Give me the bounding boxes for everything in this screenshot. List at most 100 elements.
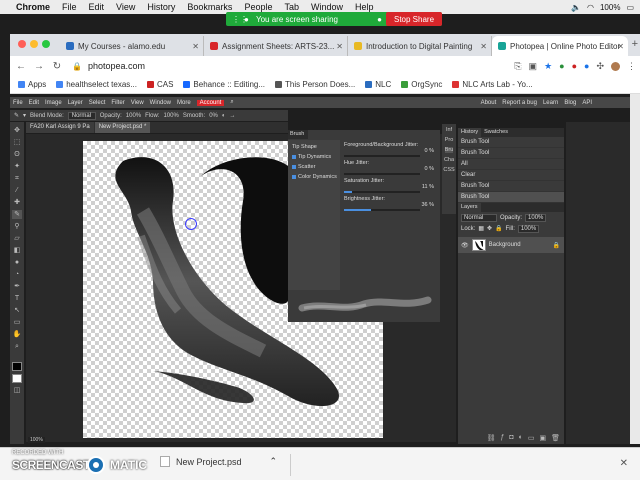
menu-view[interactable]: View <box>116 2 135 12</box>
menu-bookmarks[interactable]: Bookmarks <box>187 2 232 12</box>
download-filename[interactable]: New Project.psd <box>176 457 242 467</box>
eraser-icon[interactable]: ▱ <box>12 234 22 243</box>
bookmark-healthselect[interactable]: healthselect texas... <box>56 80 137 89</box>
menu-people[interactable]: People <box>244 2 272 12</box>
saturation-jitter-slider[interactable] <box>344 191 420 193</box>
tip-shape-item[interactable]: Tip Shape <box>288 142 340 152</box>
pp-blog-link[interactable]: Blog <box>564 100 576 106</box>
flow-value[interactable]: 100% <box>163 113 178 119</box>
lock-pixels-icon[interactable]: ▦ <box>478 225 484 232</box>
puzzle-icon[interactable]: ✣ <box>596 61 604 72</box>
hue-jitter-slider[interactable] <box>344 173 420 175</box>
move-tool-icon[interactable]: ✥ <box>12 126 22 135</box>
lock-all-icon[interactable]: 🔒 <box>495 225 502 232</box>
tab-my-courses[interactable]: My Courses - alamo.edu ✕ <box>60 36 204 56</box>
menu-help[interactable]: Help <box>355 2 374 12</box>
delete-layer-icon[interactable]: 🗑 <box>551 434 560 442</box>
brush-preset-icon[interactable]: ▾ <box>23 112 26 119</box>
reload-icon[interactable]: ↻ <box>50 61 64 72</box>
pp-api-link[interactable]: API <box>582 100 592 106</box>
blur-tool-icon[interactable]: ● <box>12 258 22 267</box>
pp-menu-view[interactable]: View <box>131 100 144 106</box>
tab-close-icon[interactable]: ✕ <box>480 42 487 51</box>
clone-stamp-icon[interactable]: ⚲ <box>12 222 22 231</box>
slider-value[interactable]: 11 % <box>422 184 434 190</box>
bookmark-orgsync[interactable]: OrgSync <box>401 80 442 89</box>
foreground-color-swatch[interactable] <box>12 362 22 371</box>
new-group-icon[interactable]: ▭ <box>528 434 535 442</box>
quick-mask-icon[interactable]: ◫ <box>12 386 22 395</box>
history-item[interactable]: Brush Tool <box>458 148 564 159</box>
minimize-window-button[interactable] <box>30 40 38 48</box>
doc-tab-assign9[interactable]: FA20 Karl Assign 9 Pa <box>26 122 94 133</box>
tab-close-icon[interactable]: ✕ <box>192 42 199 51</box>
color-dynamics-item[interactable]: Color Dynamics <box>288 172 340 182</box>
share-pause-icon[interactable]: ● <box>244 15 249 24</box>
menu-history[interactable]: History <box>147 2 175 12</box>
layer-opacity-value[interactable]: 100% <box>525 213 547 222</box>
new-tab-icon[interactable]: + <box>632 38 638 50</box>
pp-about-link[interactable]: About <box>481 100 497 106</box>
pp-menu-select[interactable]: Select <box>89 100 106 106</box>
crop-tool-icon[interactable]: ⌗ <box>12 174 22 183</box>
lasso-tool-icon[interactable]: ʘ <box>12 150 22 159</box>
tab-assignment-sheets[interactable]: Assignment Sheets: ARTS-23... ✕ <box>204 36 348 56</box>
tab-swatches[interactable]: Swatches <box>481 128 511 137</box>
history-item[interactable]: Clear <box>458 170 564 181</box>
bookmark-behance[interactable]: Behance :: Editing... <box>183 80 265 89</box>
pp-menu-filter[interactable]: Filter <box>111 100 124 106</box>
extension-green-icon[interactable]: ● <box>559 61 564 71</box>
bookmark-star-icon[interactable]: ★ <box>544 61 552 72</box>
pp-menu-image[interactable]: Image <box>45 100 62 106</box>
smooth-value[interactable]: 0% <box>209 113 218 119</box>
arrow-icon[interactable]: → <box>229 113 235 119</box>
menu-window[interactable]: Window <box>311 2 343 12</box>
wifi-icon[interactable]: ◠ <box>587 3 594 12</box>
checkbox-checked-icon[interactable] <box>292 175 296 179</box>
pp-menu-layer[interactable]: Layer <box>68 100 83 106</box>
history-item[interactable]: Brush Tool <box>458 181 564 192</box>
link-layers-icon[interactable]: ⛓ <box>487 434 496 442</box>
blend-mode-select[interactable]: Normal <box>67 111 96 120</box>
bookmark-nlc[interactable]: NLC <box>365 80 391 89</box>
new-layer-icon[interactable]: ▣ <box>539 434 546 442</box>
pp-menu-window[interactable]: Window <box>150 100 171 106</box>
extension-icon[interactable]: ▣ <box>529 61 538 72</box>
menu-file[interactable]: File <box>62 2 77 12</box>
pp-learn-link[interactable]: Learn <box>543 100 558 106</box>
tab-history[interactable]: History <box>458 128 482 137</box>
close-download-bar-icon[interactable]: ✕ <box>620 458 628 469</box>
tip-dynamics-item[interactable]: Tip Dynamics <box>288 152 340 162</box>
download-item[interactable]: New Project.psd ⌃ <box>160 456 277 467</box>
type-tool-icon[interactable]: T <box>12 294 22 303</box>
zoom-tool-icon[interactable]: ⌕ <box>12 342 22 351</box>
zoom-level[interactable]: 100% <box>28 437 45 443</box>
eyedropper-icon[interactable]: ⁄ <box>12 186 22 195</box>
layer-mask-icon[interactable]: ◘ <box>509 434 513 442</box>
doc-tab-new-project[interactable]: New Project.psd * <box>94 122 151 133</box>
speaker-icon[interactable]: 🔈 <box>571 3 581 12</box>
marquee-tool-icon[interactable]: ⬚ <box>12 138 22 147</box>
bookmark-cas[interactable]: CAS <box>146 80 173 89</box>
scatter-item[interactable]: Scatter <box>288 162 340 172</box>
fg-bg-jitter-slider[interactable] <box>344 155 420 157</box>
brush-panel-icon[interactable]: Bru <box>444 147 454 153</box>
magic-wand-icon[interactable]: ✦ <box>12 162 22 171</box>
forward-icon[interactable]: → <box>32 61 46 72</box>
tab-close-icon[interactable]: ✕ <box>617 42 624 51</box>
pp-report-bug-link[interactable]: Report a bug <box>502 100 537 106</box>
bookmark-apps[interactable]: Apps <box>18 80 46 89</box>
url-field[interactable]: photopea.com <box>88 61 145 71</box>
layer-effects-icon[interactable]: ƒ <box>500 434 504 442</box>
tab-close-icon[interactable]: ✕ <box>336 42 343 51</box>
info-panel-icon[interactable]: Inf <box>446 127 452 133</box>
brush-tool-icon[interactable]: ✎ <box>14 112 19 119</box>
properties-panel-icon[interactable]: Pro <box>445 137 454 143</box>
opacity-value[interactable]: 100% <box>126 113 141 119</box>
character-panel-icon[interactable]: Cha <box>444 157 454 163</box>
extension-blue-icon[interactable]: ● <box>584 61 589 71</box>
menu-tab[interactable]: Tab <box>284 2 299 12</box>
lock-icon[interactable]: 🔒 <box>72 62 82 71</box>
layer-blend-select[interactable]: Normal <box>461 213 497 222</box>
history-item[interactable]: Brush Tool <box>458 137 564 148</box>
